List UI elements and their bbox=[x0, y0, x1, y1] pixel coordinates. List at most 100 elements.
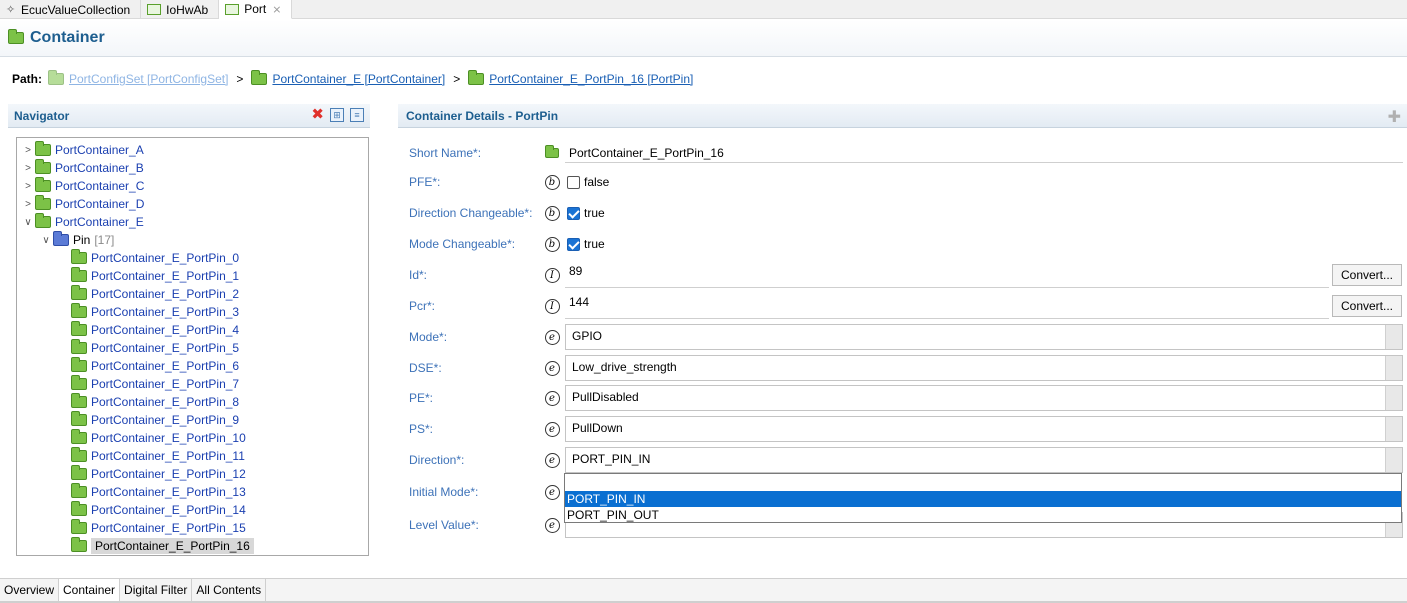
tab-ecuc-value-collection[interactable]: ✧ EcucValueCollection bbox=[0, 0, 142, 19]
chevron-right-icon[interactable]: > bbox=[21, 163, 35, 174]
bottom-tab-bar: Overview Container Digital Filter All Co… bbox=[0, 578, 1407, 601]
direction-value: PORT_PIN_IN bbox=[572, 452, 651, 466]
pfe-checkbox[interactable] bbox=[567, 175, 580, 189]
dse-select[interactable]: Low_drive_strength bbox=[565, 355, 1403, 381]
tree-item-port-pin[interactable]: PortContainer_E_PortPin_5 bbox=[17, 339, 368, 357]
tree-item-port-pin[interactable]: PortContainer_E_PortPin_15 bbox=[17, 519, 368, 537]
tab-digital-filter[interactable]: Digital Filter bbox=[120, 579, 193, 601]
tree-item-label: PortContainer_E_PortPin_10 bbox=[91, 431, 246, 445]
dropdown-option-port-pin-out[interactable]: PORT_PIN_OUT bbox=[565, 507, 1401, 523]
tree-item-port-pin[interactable]: PortContainer_E_PortPin_2 bbox=[17, 285, 368, 303]
tree-item-port-container-e[interactable]: ∨ PortContainer_E bbox=[17, 213, 368, 231]
tree-item-port-pin[interactable]: PortContainer_E_PortPin_16 bbox=[17, 537, 368, 555]
tree-item-label: PortContainer_E_PortPin_16 bbox=[91, 538, 254, 554]
tree-item-pin-group[interactable]: ∨ Pin [17] bbox=[17, 231, 368, 249]
direction-label: Direction*: bbox=[409, 453, 465, 467]
tree-item-label: PortContainer_D bbox=[55, 197, 145, 211]
folder-icon bbox=[8, 29, 24, 44]
mode-changeable-label: Mode Changeable*: bbox=[409, 237, 516, 251]
path-label: Path: bbox=[12, 72, 42, 86]
id-field[interactable]: 89 bbox=[565, 262, 1329, 288]
tab-all-contents[interactable]: All Contents bbox=[192, 579, 267, 601]
tree-item-port-container-c[interactable]: > PortContainer_C bbox=[17, 177, 368, 195]
folder-icon bbox=[48, 70, 64, 85]
tab-port[interactable]: Port ⨯ bbox=[219, 0, 293, 19]
folder-icon bbox=[71, 267, 87, 282]
dropdown-option-port-pin-in[interactable]: PORT_PIN_IN bbox=[565, 491, 1401, 507]
tree-item-port-pin[interactable]: PortContainer_E_PortPin_11 bbox=[17, 447, 368, 465]
chevron-down-icon[interactable]: ∨ bbox=[39, 235, 53, 246]
tree-item-port-pin[interactable]: PortContainer_E_PortPin_13 bbox=[17, 483, 368, 501]
breadcrumb-link-port-config-set[interactable]: PortConfigSet [PortConfigSet] bbox=[69, 72, 228, 86]
chevron-down-icon[interactable]: ∨ bbox=[21, 217, 35, 228]
close-icon[interactable]: ⨯ bbox=[272, 3, 281, 16]
pcr-convert-button[interactable]: Convert... bbox=[1332, 295, 1402, 317]
tab-overview[interactable]: Overview bbox=[0, 579, 60, 601]
tree-item-label: PortContainer_C bbox=[55, 179, 145, 193]
tree-item-label: PortContainer_E_PortPin_1 bbox=[91, 269, 240, 283]
module-icon bbox=[225, 3, 240, 15]
breadcrumb-link-port-container-e[interactable]: PortContainer_E [PortContainer] bbox=[272, 72, 445, 86]
tree-item-port-pin[interactable]: PortContainer_E_PortPin_1 bbox=[17, 267, 368, 285]
plus-icon[interactable]: ✚ bbox=[1388, 107, 1401, 127]
enum-type-icon: e bbox=[539, 329, 565, 345]
level-value-label: Level Value*: bbox=[409, 518, 479, 532]
folder-icon bbox=[35, 213, 51, 228]
tree-item-port-pin[interactable]: PortContainer_E_PortPin_12 bbox=[17, 465, 368, 483]
direction-changeable-label: Direction Changeable*: bbox=[409, 206, 533, 220]
id-convert-button[interactable]: Convert... bbox=[1332, 264, 1402, 286]
tree-item-port-pin[interactable]: PortContainer_E_PortPin_9 bbox=[17, 411, 368, 429]
chevron-right-icon[interactable]: > bbox=[21, 181, 35, 192]
ps-label: PS*: bbox=[409, 422, 434, 436]
tree-item-port-container-b[interactable]: > PortContainer_B bbox=[17, 159, 368, 177]
short-name-field[interactable]: PortContainer_E_PortPin_16 bbox=[565, 143, 1403, 163]
boolean-type-icon: b bbox=[539, 236, 565, 252]
mode-label: Mode*: bbox=[409, 330, 448, 344]
mode-changeable-checkbox[interactable] bbox=[567, 237, 580, 251]
navigator-title: Navigator bbox=[14, 108, 70, 123]
folder-icon bbox=[71, 501, 87, 516]
folder-icon bbox=[71, 483, 87, 498]
breadcrumb-separator: > bbox=[453, 72, 461, 86]
tab-iohwab[interactable]: IoHwAb bbox=[141, 0, 220, 19]
ps-select[interactable]: PullDown bbox=[565, 416, 1403, 442]
tree-item-port-pin[interactable]: PortContainer_E_PortPin_3 bbox=[17, 303, 368, 321]
tree-item-port-pin[interactable]: PortContainer_E_PortPin_4 bbox=[17, 321, 368, 339]
enum-type-icon: e bbox=[539, 517, 565, 533]
tree-item-port-container-d[interactable]: > PortContainer_D bbox=[17, 195, 368, 213]
tab-label: IoHwAb bbox=[166, 2, 209, 17]
tree-item-port-pin[interactable]: PortContainer_E_PortPin_7 bbox=[17, 375, 368, 393]
collapse-all-icon[interactable]: ≡ bbox=[350, 108, 364, 122]
tree-item-port-pin[interactable]: PortContainer_E_PortPin_0 bbox=[17, 249, 368, 267]
pfe-value: false bbox=[584, 175, 610, 189]
folder-icon bbox=[539, 145, 565, 158]
direction-select[interactable]: PORT_PIN_IN bbox=[565, 447, 1403, 473]
expand-all-icon[interactable]: ⊞ bbox=[330, 108, 344, 122]
pcr-field[interactable]: 144 bbox=[565, 293, 1329, 319]
tab-container[interactable]: Container bbox=[59, 579, 121, 601]
dse-value: Low_drive_strength bbox=[572, 360, 677, 374]
direction-changeable-checkbox[interactable] bbox=[567, 206, 580, 220]
mode-select[interactable]: GPIO bbox=[565, 324, 1403, 350]
direction-changeable-value: true bbox=[584, 206, 605, 220]
ps-row: PS*: e PullDown bbox=[409, 416, 1407, 442]
pe-select[interactable]: PullDisabled bbox=[565, 385, 1403, 411]
tree-item-port-pin[interactable]: PortContainer_E_PortPin_6 bbox=[17, 357, 368, 375]
delete-icon[interactable]: ✖ bbox=[311, 107, 324, 122]
breadcrumb-link-port-pin-16[interactable]: PortContainer_E_PortPin_16 [PortPin] bbox=[489, 72, 693, 86]
folder-icon bbox=[35, 177, 51, 192]
tree-item-label: Pin bbox=[73, 233, 91, 247]
folder-icon bbox=[468, 70, 485, 85]
ps-value: PullDown bbox=[572, 421, 623, 435]
chevron-right-icon[interactable]: > bbox=[21, 145, 35, 156]
tree-item-port-pin[interactable]: PortContainer_E_PortPin_14 bbox=[17, 501, 368, 519]
mode-value: GPIO bbox=[572, 329, 603, 343]
page-title: Container bbox=[30, 29, 105, 46]
tree-item-label: PortContainer_E_PortPin_14 bbox=[91, 503, 246, 517]
chevron-right-icon[interactable]: > bbox=[21, 199, 35, 210]
tree-item-port-pin[interactable]: PortContainer_E_PortPin_10 bbox=[17, 429, 368, 447]
folder-icon bbox=[71, 537, 87, 552]
tree-item-port-container-a[interactable]: > PortContainer_A bbox=[17, 141, 368, 159]
short-name-row: Short Name*: PortContainer_E_PortPin_16 bbox=[409, 142, 1407, 164]
tree-item-port-pin[interactable]: PortContainer_E_PortPin_8 bbox=[17, 393, 368, 411]
